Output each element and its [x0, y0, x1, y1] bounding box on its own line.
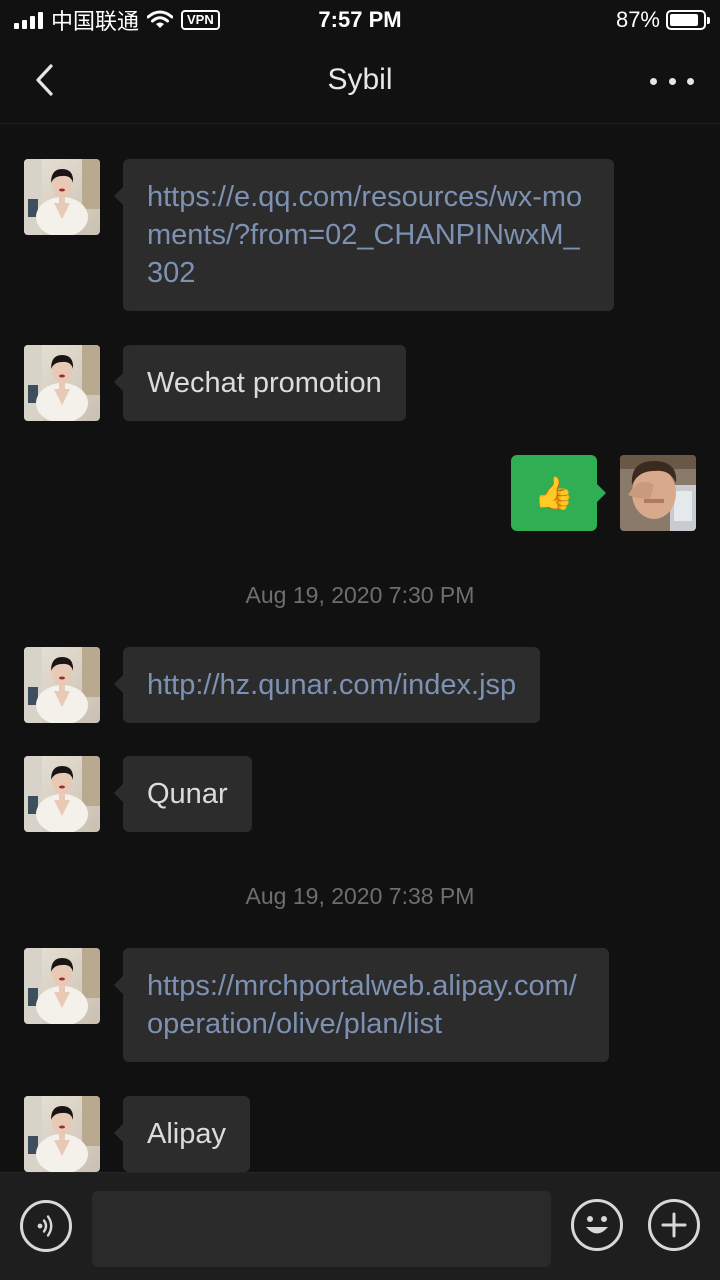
contact-avatar[interactable]	[24, 647, 100, 723]
emoji-icon	[586, 1216, 608, 1234]
link-bubble[interactable]: https://mrchportalweb.alipay.com/operati…	[114, 948, 609, 1062]
text-bubble[interactable]: Alipay	[114, 1096, 250, 1172]
contact-avatar[interactable]	[24, 756, 100, 832]
thumbs-up-icon: 👍	[534, 475, 574, 511]
chat-screen: 中国联通 VPN 7:57 PM 87% Sybil https://e.qq.…	[0, 0, 720, 1280]
message-input[interactable]	[92, 1191, 551, 1267]
thumbs-up-bubble[interactable]: 👍	[511, 455, 606, 531]
emoji-button[interactable]	[571, 1199, 623, 1251]
more-dot	[668, 77, 676, 85]
timestamp: Aug 19, 2020 7:38 PM	[245, 883, 475, 909]
plus-icon	[661, 1212, 687, 1238]
contact-avatar[interactable]	[24, 1096, 100, 1172]
more-button[interactable]	[650, 64, 694, 98]
nav-bar: Sybil	[0, 40, 720, 124]
more-dot	[687, 77, 694, 85]
voice-icon	[37, 1215, 53, 1237]
link-bubble[interactable]: http://hz.qunar.com/index.jsp	[113, 647, 541, 723]
text-bubble[interactable]: Wechat promotion	[114, 345, 406, 421]
chat-title: Sybil	[327, 63, 393, 96]
status-bar: 中国联通 VPN 7:57 PM 87%	[0, 0, 720, 40]
status-right: 87%	[615, 6, 710, 34]
more-dots-icon	[650, 77, 657, 85]
voice-button[interactable]	[20, 1200, 72, 1252]
input-bar	[0, 1172, 720, 1280]
contact-avatar[interactable]	[24, 159, 100, 235]
battery-icon	[666, 10, 710, 30]
timestamp: Aug 19, 2020 7:30 PM	[245, 582, 475, 608]
contact-avatar[interactable]	[24, 948, 100, 1024]
battery-fill	[670, 14, 698, 26]
status-time: 7:57 PM	[318, 7, 402, 32]
contact-avatar[interactable]	[24, 345, 100, 421]
my-avatar[interactable]	[620, 455, 696, 531]
text-bubble[interactable]: Qunar	[114, 756, 252, 832]
plus-button[interactable]	[648, 1199, 700, 1251]
link-bubble[interactable]: https://e.qq.com/resources/wx-moments/?f…	[114, 159, 614, 311]
battery-percent: 87%	[615, 7, 660, 32]
message-list[interactable]: https://e.qq.com/resources/wx-moments/?f…	[0, 125, 720, 1172]
battery-cap	[707, 17, 710, 24]
